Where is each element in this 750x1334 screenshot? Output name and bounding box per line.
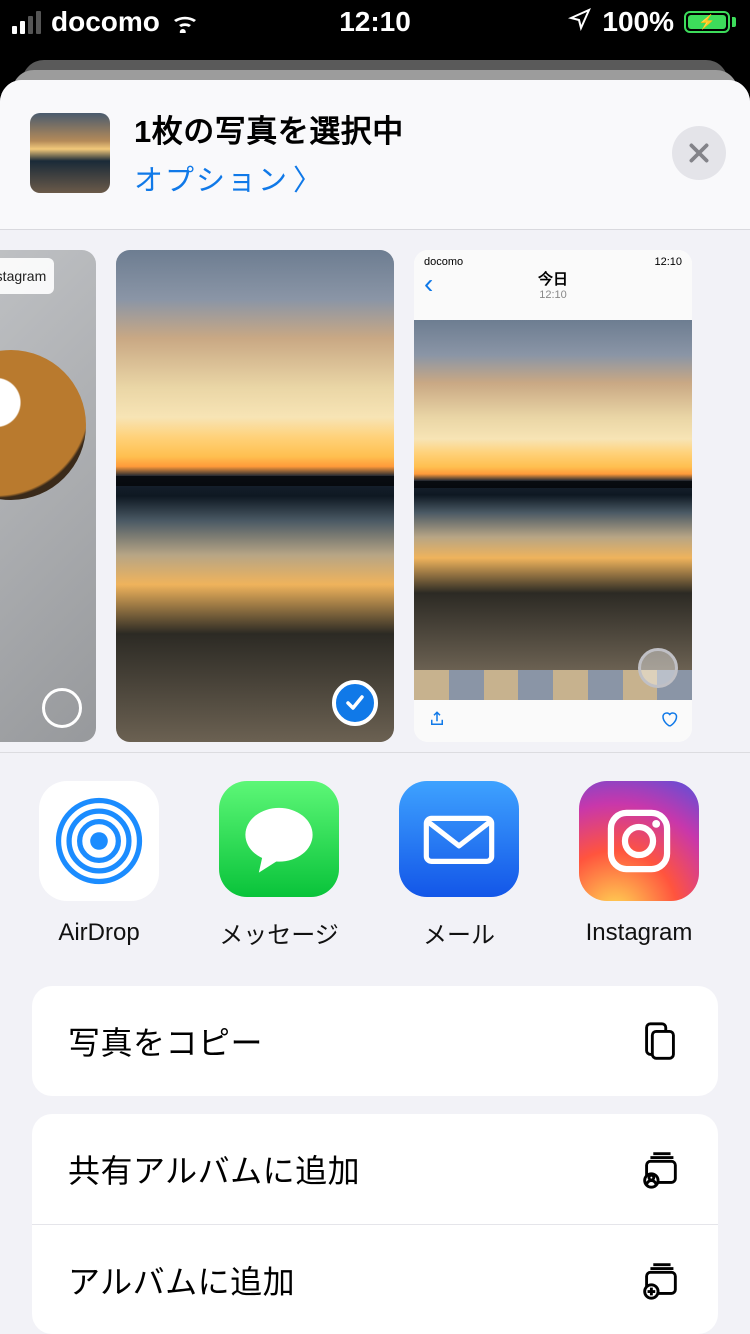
share-target-instagram[interactable]: Instagram — [574, 781, 704, 950]
close-icon — [686, 140, 712, 166]
sheet-header: 1枚の写真を選択中 オプション 〉 — [0, 80, 750, 230]
selection-circle[interactable] — [638, 648, 678, 688]
action-add-album[interactable]: アルバムに追加 — [32, 1224, 718, 1334]
selected-checkmark-icon[interactable] — [332, 680, 378, 726]
location-icon — [568, 6, 592, 38]
preview-item[interactable]: 写真 Instagram 写真: 10,242枚、 — [0, 250, 96, 742]
selection-circle[interactable] — [42, 688, 82, 728]
photo-preview-strip[interactable]: 写真 Instagram 写真: 10,242枚、 docomo 12:10 ‹ … — [0, 230, 750, 753]
heart-icon — [660, 710, 678, 733]
sheet-title: 1枚の写真を選択中 — [134, 106, 648, 151]
app-label: メッセージ — [219, 915, 339, 950]
preview-item[interactable]: docomo 12:10 ‹ 今日 12:10 — [414, 250, 692, 742]
battery-pct: 100% — [602, 6, 674, 38]
cellular-signal-icon — [12, 11, 41, 34]
options-button[interactable]: オプション 〉 — [134, 157, 648, 199]
action-label: アルバムに追加 — [68, 1257, 295, 1303]
share-target-airdrop[interactable]: AirDrop — [34, 781, 164, 950]
instagram-icon — [579, 781, 699, 901]
action-label: 共有アルバムに追加 — [68, 1146, 360, 1192]
app-label: AirDrop — [58, 919, 139, 947]
preview-item-selected[interactable] — [116, 250, 394, 742]
add-album-icon — [636, 1256, 684, 1304]
app-label: Instagram — [586, 919, 693, 947]
back-chevron-icon: ‹ — [424, 268, 433, 300]
action-list: 写真をコピー 共有アルバムに追加 アルバムに追加 — [0, 986, 750, 1334]
battery-icon: ⚡ — [684, 11, 736, 33]
action-add-shared-album[interactable]: 共有アルバムに追加 — [32, 1114, 718, 1224]
action-label: 写真をコピー — [68, 1018, 263, 1064]
mini-carrier: docomo — [424, 256, 463, 268]
share-target-mail[interactable]: メール — [394, 781, 524, 950]
share-apps-row[interactable]: AirDrop メッセージ メール Instagram — [0, 753, 750, 986]
carrier-label: docomo — [51, 6, 160, 38]
copy-icon — [636, 1017, 684, 1065]
mail-icon — [399, 781, 519, 897]
food-image — [0, 350, 86, 500]
options-label: オプション — [134, 157, 289, 199]
share-icon — [428, 710, 446, 733]
wifi-icon — [170, 11, 200, 33]
shared-album-icon — [636, 1145, 684, 1193]
mini-subtime: 12:10 — [539, 289, 567, 301]
action-copy-photo[interactable]: 写真をコピー — [32, 986, 718, 1096]
share-sheet: 1枚の写真を選択中 オプション 〉 写真 Instagram 写真: 10,24… — [0, 80, 750, 1334]
share-target-messages[interactable]: メッセージ — [214, 781, 344, 950]
app-label: メール — [423, 915, 495, 950]
mini-day: 今日 — [538, 268, 568, 289]
close-button[interactable] — [672, 126, 726, 180]
chevron-right-icon: 〉 — [293, 157, 324, 199]
mini-time: 12:10 — [654, 256, 682, 268]
airdrop-icon — [39, 781, 159, 901]
selected-thumbnail — [30, 113, 110, 193]
status-bar: docomo 12:10 100% ⚡ — [0, 0, 750, 44]
messages-icon — [219, 781, 339, 897]
sunset-photo — [116, 250, 394, 742]
instagram-badge: Instagram — [0, 258, 54, 294]
